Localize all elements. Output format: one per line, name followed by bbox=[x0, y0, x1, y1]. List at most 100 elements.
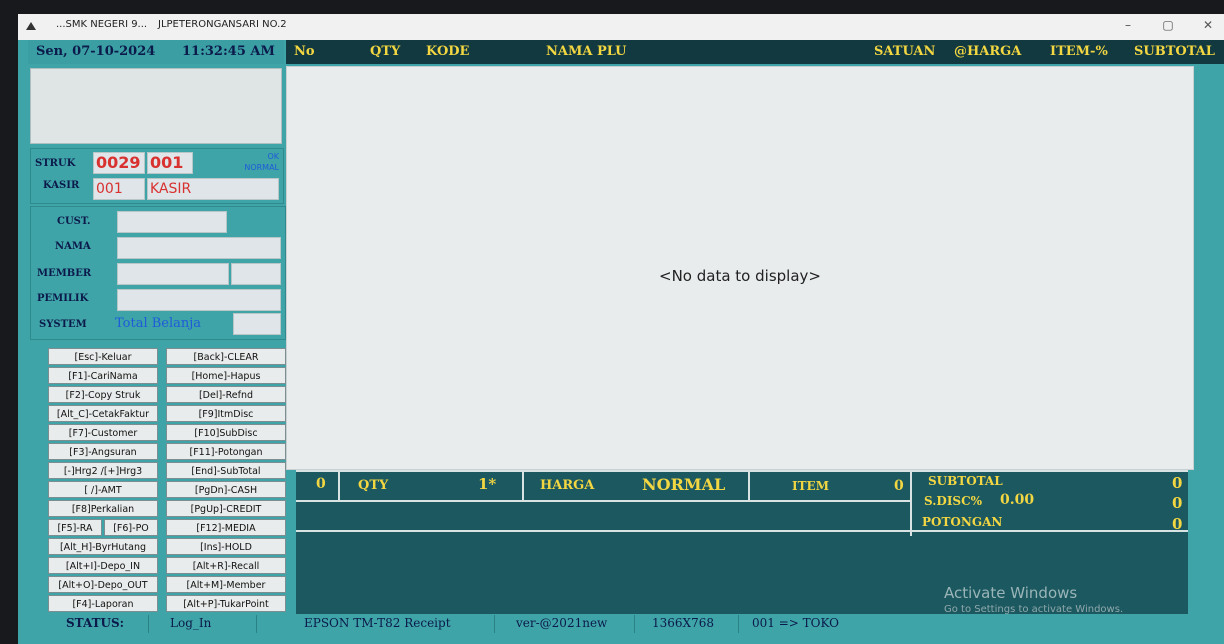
item-count: 0 bbox=[316, 476, 326, 492]
key-f10-subdisc[interactable]: [F10]SubDisc bbox=[166, 424, 286, 441]
sdisc-value: 0 bbox=[1172, 494, 1183, 512]
shortcut-key-panel: [Esc]-Keluar [Back]-CLEAR [F1]-CariNama … bbox=[48, 346, 288, 612]
key-home-hapus[interactable]: [Home]-Hapus bbox=[166, 367, 286, 384]
col-no[interactable]: No bbox=[294, 44, 315, 59]
col-subtotal[interactable]: SUBTOTAL bbox=[1134, 44, 1215, 59]
key-f4-laporan[interactable]: [F4]-Laporan bbox=[48, 595, 158, 612]
minimize-button[interactable]: – bbox=[1114, 18, 1142, 32]
key-alt-m-member[interactable]: [Alt+M]-Member bbox=[166, 576, 286, 593]
subtotal-label: SUBTOTAL bbox=[928, 474, 1003, 488]
app-icon bbox=[26, 22, 36, 30]
logo-panel bbox=[30, 68, 282, 144]
item-grid-header: No QTY KODE NAMA PLU SATUAN @HARGA ITEM-… bbox=[286, 40, 1224, 64]
summary-sep-2 bbox=[522, 470, 524, 500]
member-label: MEMBER bbox=[37, 268, 92, 279]
potongan-label: POTONGAN bbox=[922, 515, 1003, 529]
current-date: Sen, 07-10-2024 bbox=[36, 44, 156, 59]
key-alt-r-recall[interactable]: [Alt+R]-Recall bbox=[166, 557, 286, 574]
col-item-pct[interactable]: ITEM-% bbox=[1050, 44, 1108, 59]
subtotal-value: 0 bbox=[1172, 474, 1183, 492]
key-alt-o-depo-out[interactable]: [Alt+O]-Depo_OUT bbox=[48, 576, 158, 593]
key-end-subtotal[interactable]: [End]-SubTotal bbox=[166, 462, 286, 479]
status-sep-4 bbox=[634, 615, 635, 633]
col-kode[interactable]: KODE bbox=[426, 44, 469, 59]
nama-label: NAMA bbox=[55, 241, 91, 252]
key-f6-po[interactable]: [F6]-PO bbox=[104, 519, 158, 536]
key-pgdn-cash[interactable]: [PgDn]-CASH bbox=[166, 481, 286, 498]
key-f8-perkalian[interactable]: [F8]Perkalian bbox=[48, 500, 158, 517]
nama-field[interactable] bbox=[117, 237, 281, 259]
current-time: 11:32:45 AM bbox=[182, 44, 275, 59]
cust-field[interactable] bbox=[117, 211, 227, 233]
maximize-button[interactable]: ▢ bbox=[1154, 18, 1182, 32]
key-alt-h-byrhutang[interactable]: [Alt_H]-ByrHutang bbox=[48, 538, 158, 555]
monitor-bezel: ...SMK NEGERI 9... JLPETERONGANSARI NO.2… bbox=[0, 0, 1224, 644]
key-f5-ra[interactable]: [F5]-RA bbox=[48, 519, 102, 536]
pos-window: ...SMK NEGERI 9... JLPETERONGANSARI NO.2… bbox=[18, 14, 1224, 644]
summary-sep-1 bbox=[338, 470, 340, 500]
status-bar: STATUS: Log_In EPSON TM-T82 Receipt ver-… bbox=[48, 614, 1224, 634]
status-label: STATUS: bbox=[66, 616, 125, 630]
member-extra-field[interactable] bbox=[231, 263, 281, 285]
summary-bottom-line bbox=[296, 530, 1188, 532]
item-grid[interactable]: <No data to display> bbox=[286, 66, 1194, 470]
key-alt-p-tukarpoint[interactable]: [Alt+P]-TukarPoint bbox=[166, 595, 286, 612]
key-f2-copy-struk[interactable]: [F2]-Copy Struk bbox=[48, 386, 158, 403]
key-f3-angsuran[interactable]: [F3]-Angsuran bbox=[48, 443, 158, 460]
struk-number: 0029 bbox=[93, 152, 145, 174]
kasir-id-field: 001 bbox=[93, 178, 145, 200]
qty-label: QTY bbox=[358, 478, 389, 493]
status-toko: 001 => TOKO bbox=[752, 616, 839, 630]
member-field[interactable] bbox=[117, 263, 229, 285]
harga-label: HARGA bbox=[540, 478, 595, 493]
grid-empty-message: <No data to display> bbox=[659, 267, 821, 285]
status-login: Log_In bbox=[170, 616, 212, 630]
status-sep-5 bbox=[738, 615, 739, 633]
total-belanja-label: Total Belanja bbox=[115, 316, 202, 331]
col-qty[interactable]: QTY bbox=[370, 44, 400, 59]
harga-mode: NORMAL bbox=[642, 475, 726, 494]
key-alt-c-cetakfaktur[interactable]: [Alt_C]-CetakFaktur bbox=[48, 405, 158, 422]
summary-sep-4 bbox=[910, 470, 912, 536]
struk-panel: STRUK 0029 001 OK NORMAL KASIR 001 KASIR bbox=[30, 148, 284, 204]
ok-indicator: OK bbox=[267, 152, 279, 161]
status-sep-2 bbox=[256, 615, 257, 633]
total-belanja-field bbox=[233, 313, 281, 335]
status-resolution: 1366X768 bbox=[652, 616, 714, 630]
key-f9-itmdisc[interactable]: [F9]ItmDisc bbox=[166, 405, 286, 422]
kasir-label: KASIR bbox=[43, 180, 80, 191]
qty-value: 1* bbox=[478, 475, 497, 493]
struk-label: STRUK bbox=[35, 158, 76, 169]
col-nama-plu[interactable]: NAMA PLU bbox=[546, 44, 627, 59]
pemilik-field[interactable] bbox=[117, 289, 281, 311]
key-del-refnd[interactable]: [Del]-Refnd bbox=[166, 386, 286, 403]
customer-panel: CUST. NAMA MEMBER PEMILIK SYSTEM Total B… bbox=[30, 206, 286, 340]
key-back-clear[interactable]: [Back]-CLEAR bbox=[166, 348, 286, 365]
col-satuan[interactable]: SATUAN bbox=[874, 44, 935, 59]
key-f1-carinama[interactable]: [F1]-CariNama bbox=[48, 367, 158, 384]
key-f7-customer[interactable]: [F7]-Customer bbox=[48, 424, 158, 441]
key-ins-hold[interactable]: [Ins]-HOLD bbox=[166, 538, 286, 555]
status-sep-1 bbox=[148, 615, 149, 633]
struk-sub-number: 001 bbox=[147, 152, 193, 174]
system-label: SYSTEM bbox=[39, 319, 87, 330]
sdisc-label: S.DISC% bbox=[924, 494, 983, 508]
close-button[interactable]: ✕ bbox=[1194, 18, 1222, 32]
mode-badge: OK NORMAL bbox=[244, 151, 279, 173]
item-label: ITEM bbox=[792, 479, 829, 493]
key-f12-media[interactable]: [F12]-MEDIA bbox=[166, 519, 286, 536]
col-harga[interactable]: @HARGA bbox=[954, 44, 1021, 59]
window-title-address: JLPETERONGANSARI NO.2 bbox=[158, 19, 287, 30]
title-bar: ...SMK NEGERI 9... JLPETERONGANSARI NO.2… bbox=[18, 14, 1224, 40]
pemilik-label: PEMILIK bbox=[37, 293, 89, 304]
key-alt-i-depo-in[interactable]: [Alt+I]-Depo_IN bbox=[48, 557, 158, 574]
key-harga-level[interactable]: [-]Hrg2 /[+]Hrg3 bbox=[48, 462, 158, 479]
key-esc-keluar[interactable]: [Esc]-Keluar bbox=[48, 348, 158, 365]
status-sep-3 bbox=[494, 615, 495, 633]
cust-label: CUST. bbox=[57, 216, 91, 227]
summary-top-line bbox=[296, 470, 1188, 472]
key-pgup-credit[interactable]: [PgUp]-CREDIT bbox=[166, 500, 286, 517]
kasir-name-field: KASIR bbox=[147, 178, 279, 200]
key-amt[interactable]: [ /]-AMT bbox=[48, 481, 158, 498]
key-f11-potongan[interactable]: [F11]-Potongan bbox=[166, 443, 286, 460]
